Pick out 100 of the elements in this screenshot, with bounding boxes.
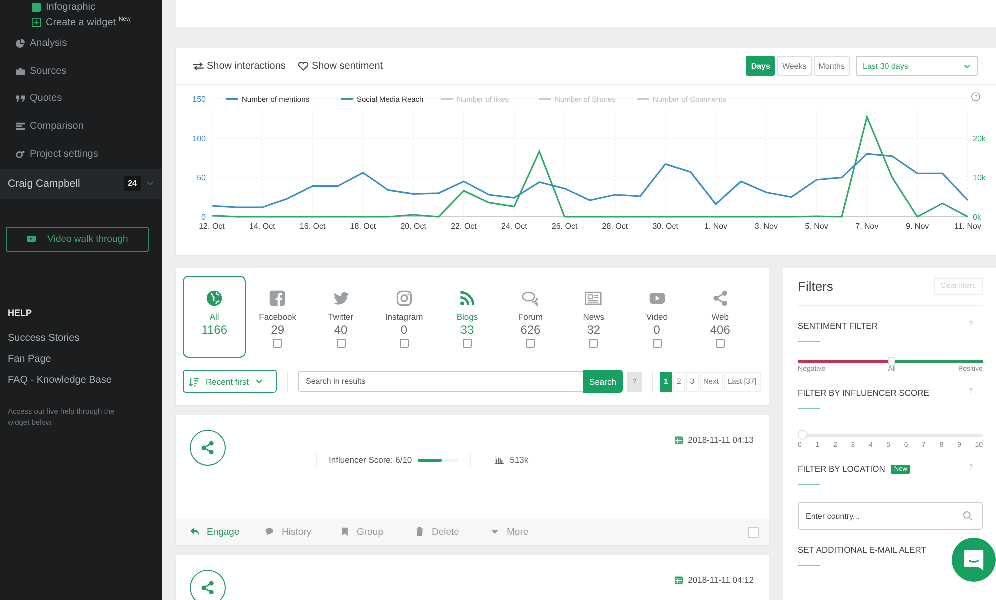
search-button[interactable]: Search [583,370,623,393]
axis-label: 7. Nov [856,222,879,231]
post-checkbox[interactable] [748,526,759,538]
briefcase-icon [16,66,25,76]
sidebar-item[interactable]: Create a widget $^{New}$ [0,15,162,30]
facebook-icon [269,290,286,307]
pie-chart-icon [16,39,25,48]
bar-chart-icon [495,456,504,464]
sidebar-item[interactable]: Comparison [0,112,162,140]
post-action[interactable]: More [490,526,565,538]
source-tab[interactable]: News 32 [562,276,626,358]
axis-label: 30. Oct [652,222,678,231]
source-checkbox[interactable] [589,339,598,348]
help-link[interactable]: Fan Page [8,352,162,367]
source-checkbox[interactable] [526,339,536,348]
news-icon [585,290,602,307]
sort-dropdown[interactable]: Recent first [183,370,277,393]
globe-icon [206,290,224,307]
source-tab[interactable]: Video 0 [626,276,689,358]
country-search-field[interactable]: Enter country... [798,502,983,530]
sidebar-item[interactable]: Sources [0,58,162,86]
sidebar-item[interactable]: Analysis [0,30,162,58]
source-tab[interactable]: Facebook 29 [246,276,310,358]
axis-label: 14. Oct [250,222,276,231]
source-checkbox[interactable] [400,339,409,348]
calendar-icon [675,576,684,584]
period-tab[interactable]: Months [814,56,850,76]
axis-label: 11. Nov [954,222,982,231]
axis-label: 24. Oct [502,222,528,231]
source-checkbox[interactable] [716,339,725,348]
plus-icon [32,18,41,27]
axis-label: 150 [192,95,206,104]
calendar-icon [675,436,684,444]
period-tab[interactable]: Weeks [777,56,812,76]
help-link[interactable]: FAQ - Knowledge Base [8,374,162,388]
axis-label: 20. Oct [400,222,426,231]
axis-label: 10k [973,174,986,183]
share-avatar-icon [190,570,226,600]
filter-heading: FILTER BY INFLUENCER SCORE [798,388,930,398]
axis-label: 3. Nov [754,222,778,231]
axis-label: 12. Oct [199,222,225,231]
video-walkthrough-button[interactable]: Video walk through [6,226,149,252]
source-tab[interactable]: Twitter 40 [309,276,373,358]
sentiment-slider[interactable] [798,360,983,363]
post-date: 2018-11-11 04:13 [688,435,754,445]
filter-heading: SET ADDITIONAL E-MAIL ALERT [798,545,926,555]
source-tab[interactable]: Web 406 [688,276,752,358]
axis-label: 0 [202,213,206,222]
axis-label: 100 [192,134,206,144]
filter-heading: SENTIMENT FILTER [798,321,878,331]
source-tab[interactable]: All 1166 [183,276,246,358]
influencer-score: Influencer Score: 6/10 [329,455,412,465]
video-icon [26,236,36,242]
axis-label: 28. Oct [602,222,628,231]
axis-label: 18. Oct [350,222,376,231]
post-action[interactable]: Group [340,526,415,538]
sidebar-item[interactable]: Infographic [0,0,162,15]
post-action[interactable]: Engage [190,526,265,538]
source-checkbox[interactable] [652,339,662,348]
source-tab[interactable]: Instagram 0 [372,276,436,358]
count-badge: 24 [124,176,141,192]
source-checkbox[interactable] [273,339,282,348]
axis-label: 26. Oct [552,222,578,231]
sort-icon [189,376,199,386]
reply-icon [190,527,200,537]
date-range-select[interactable]: Last 30 days [856,56,978,76]
list-icon [16,122,25,132]
chevron-down-icon [147,181,154,186]
filters-title: Filters [798,279,834,294]
toggle-link[interactable]: Show interactions [193,60,286,72]
score-bar [418,458,458,462]
source-tab[interactable]: Blogs 33 [436,276,500,358]
share-icon [712,290,729,307]
toggle-link[interactable]: Show sentiment [298,60,384,72]
period-tab[interactable]: Days [746,56,776,76]
post-date: 2018-11-11 04:12 [688,575,754,585]
twitter-icon [332,290,350,307]
chevron-down-icon [256,379,263,384]
trash-icon [415,527,425,537]
instagram-icon [396,290,413,307]
sidebar-item[interactable]: Quotes [0,85,162,113]
share-avatar-icon [190,430,226,466]
heart-icon [298,62,309,70]
axis-label: 0k [973,213,982,222]
rss-icon [458,290,476,307]
source-checkbox[interactable] [462,339,472,348]
source-tab[interactable]: Forum 626 [499,276,562,358]
chat-icon [522,290,540,307]
user-row[interactable]: Craig Campbell 24 [0,168,162,199]
help-link[interactable]: Success Stories [8,332,162,346]
search-field[interactable]: Search in results [298,371,583,392]
axis-label: 20k [973,134,986,144]
sidebar-item[interactable]: Project settings [0,140,162,168]
source-checkbox[interactable] [336,339,346,348]
search-icon [963,511,973,521]
axis-label: 16. Oct [300,222,326,231]
post-action[interactable]: History [265,526,340,538]
post-action[interactable]: Delete [415,526,490,538]
bookmark-icon [340,527,350,537]
swap-arrows-icon [193,62,204,70]
